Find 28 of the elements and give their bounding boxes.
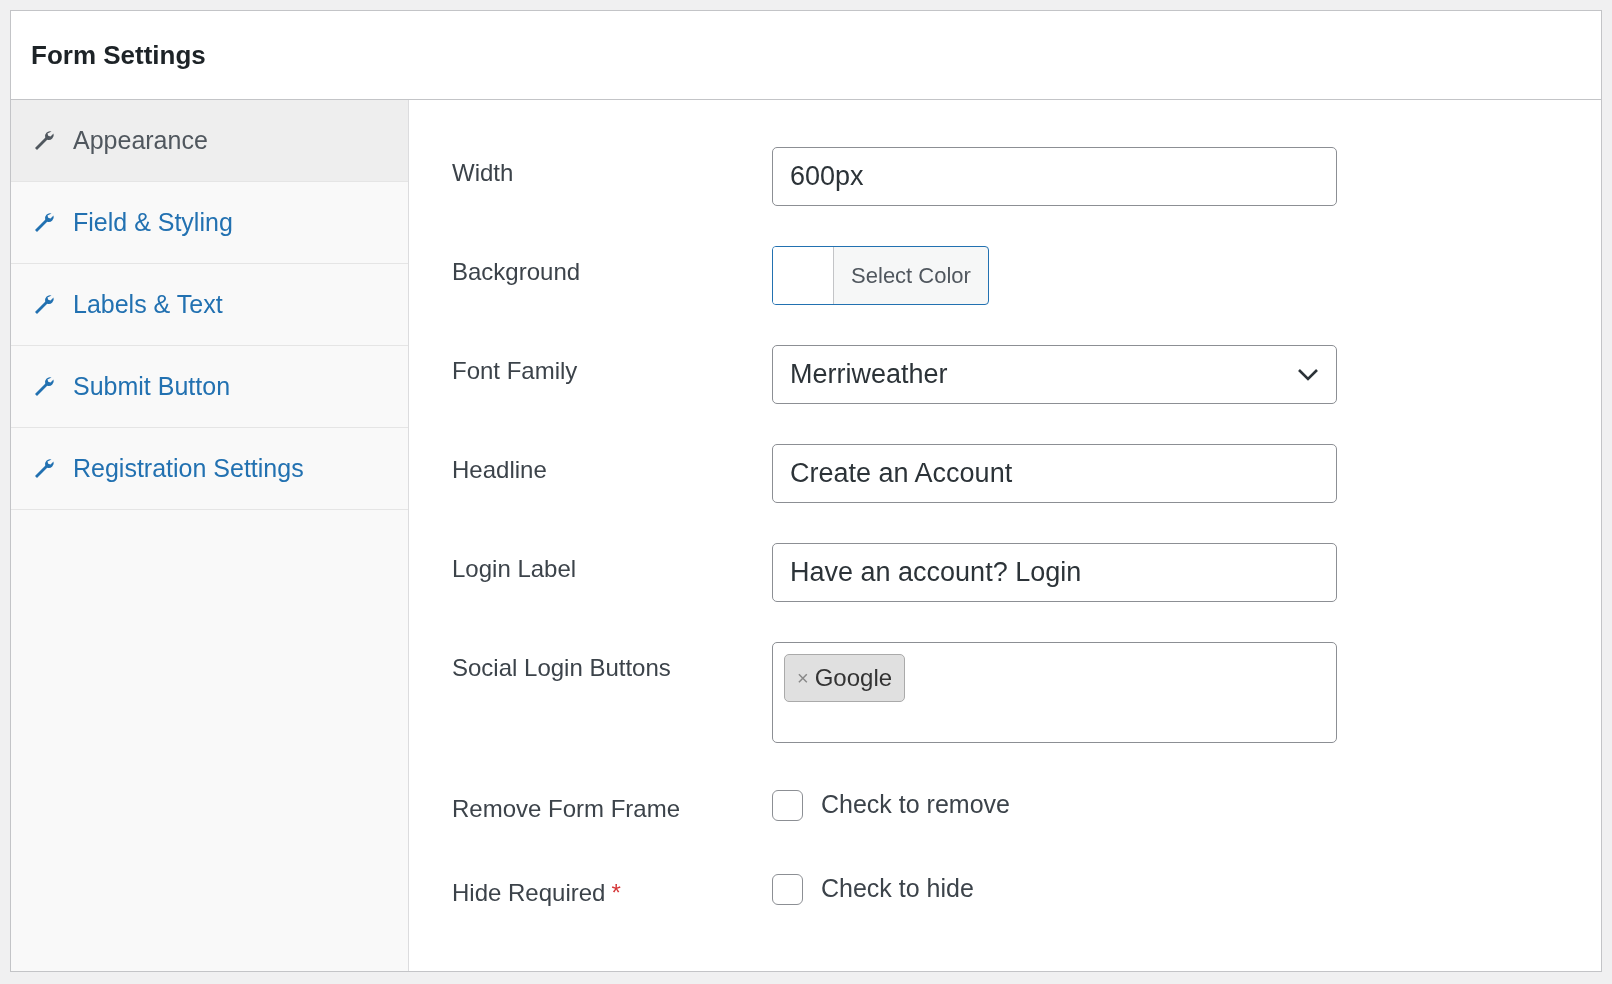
wrench-icon (33, 375, 55, 398)
tags-field[interactable]: × Google (772, 642, 1337, 743)
text-field[interactable]: Create an Account (772, 444, 1337, 503)
checkbox-label: Check to remove (821, 789, 1010, 821)
field-label: Hide Required (452, 879, 606, 906)
wrench-icon (33, 129, 55, 152)
field-label: Login Label (452, 555, 577, 582)
wrench-icon (33, 211, 55, 234)
chevron-down-icon (1297, 368, 1319, 381)
field-label: Headline (452, 456, 547, 483)
text-field[interactable]: Have an account? Login (772, 543, 1337, 602)
select-field[interactable]: Merriweather (772, 345, 1337, 404)
field-label: Social Login Buttons (452, 654, 671, 681)
wrench-icon (33, 457, 55, 480)
required-mark: * (611, 879, 621, 906)
panel-title: Form Settings (31, 38, 206, 72)
field-label: Remove Form Frame (452, 795, 681, 822)
text-field[interactable]: 600px (772, 147, 1337, 206)
wrench-icon (33, 293, 55, 316)
field-label: Width (452, 159, 514, 186)
checkbox[interactable] (772, 789, 803, 821)
field-label: Background (452, 258, 581, 285)
checkbox[interactable] (772, 873, 803, 905)
color-picker-button[interactable]: Select Color (772, 246, 989, 305)
checkbox-label: Check to hide (821, 873, 974, 905)
field-label: Font Family (452, 357, 578, 384)
tag-chip[interactable]: × Google (784, 654, 906, 702)
sidebar-tab[interactable]: Appearance (11, 100, 408, 182)
